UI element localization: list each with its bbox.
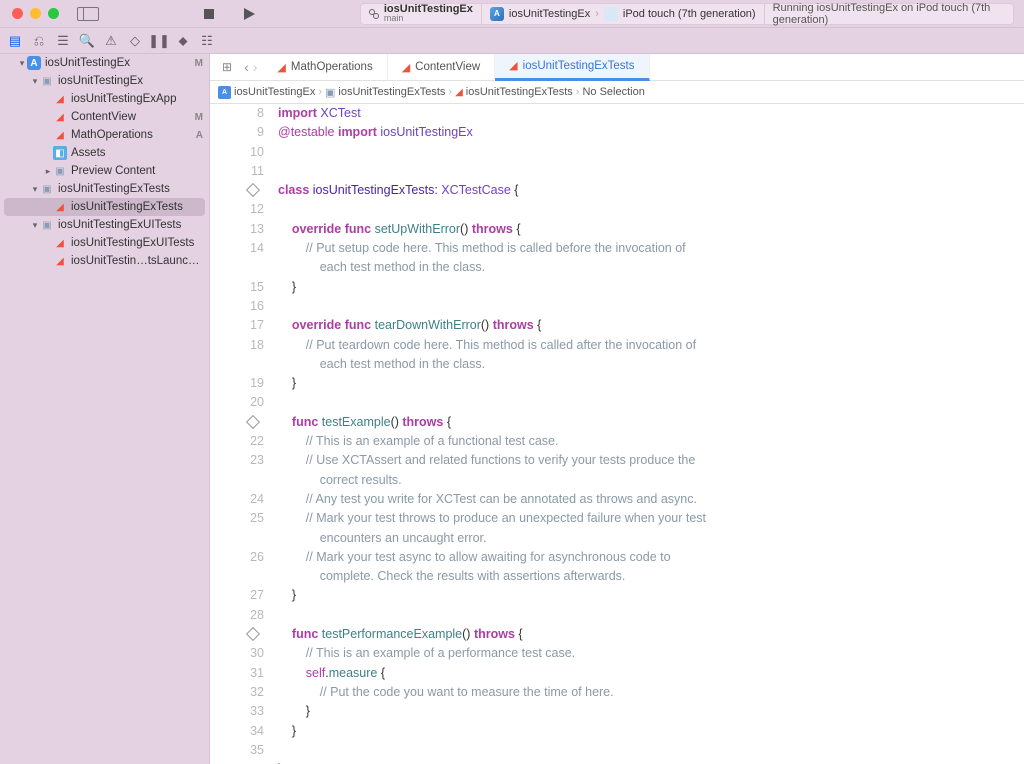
test-navigator-icon[interactable]: ◇ <box>126 32 144 50</box>
main-split: ▾AiosUnitTestingExM▾▣iosUnitTestingEx◢io… <box>0 54 1024 764</box>
nav-item-iosunittestingex[interactable]: ▾▣iosUnitTestingEx <box>0 72 209 90</box>
jump-file[interactable]: iosUnitTestingExTests <box>466 86 573 98</box>
titlebar: iosUnitTestingEx main A iosUnitTestingEx… <box>0 0 1024 28</box>
nav-item-iosunittestingextests[interactable]: ▾▣iosUnitTestingExTests <box>0 180 209 198</box>
project-navigator-icon[interactable]: ▤ <box>6 32 24 50</box>
zoom-window-button[interactable] <box>48 8 59 19</box>
scheme-target[interactable]: A iosUnitTestingEx › iPod touch (7th gen… <box>482 4 765 24</box>
source-control-navigator-icon[interactable]: ⎌ <box>30 32 48 50</box>
report-navigator-icon[interactable]: ☷ <box>198 32 216 50</box>
jump-folder[interactable]: iosUnitTestingExTests <box>338 86 445 98</box>
breakpoint-navigator-icon[interactable]: ⬥ <box>174 32 192 50</box>
history-back-button[interactable]: ‹ <box>244 59 249 75</box>
window-controls <box>0 8 59 19</box>
swift-icon: ◢ <box>277 61 285 74</box>
nav-item-contentview[interactable]: ◢ContentViewM <box>0 108 209 126</box>
related-items-icon[interactable]: ⊞ <box>216 60 238 74</box>
toolbar-center <box>99 8 360 20</box>
nav-item-mathoperations[interactable]: ◢MathOperationsA <box>0 126 209 144</box>
toggle-navigator-button[interactable] <box>77 7 99 21</box>
nav-item-iosunittestingextests[interactable]: ◢iosUnitTestingExTests <box>4 198 205 216</box>
app-icon: A <box>490 7 504 21</box>
tab-iosunittestingextests[interactable]: ◢iosUnitTestingExTests <box>495 54 649 81</box>
navigator-filter-bar: ▤ ⎌ ☰ 🔍 ⚠ ◇ ❚❚ ⬥ ☷ <box>0 28 1024 54</box>
branch-icon <box>369 9 379 19</box>
project-navigator[interactable]: ▾AiosUnitTestingExM▾▣iosUnitTestingEx◢io… <box>0 54 210 764</box>
line-gutter[interactable]: 8910111213141516171819202223242526272830… <box>210 104 272 764</box>
nav-item-iosunittestingex[interactable]: ▾AiosUnitTestingExM <box>0 54 209 72</box>
source-editor[interactable]: 8910111213141516171819202223242526272830… <box>210 104 1024 764</box>
nav-item-iosunittestingexapp[interactable]: ◢iosUnitTestingExApp <box>0 90 209 108</box>
target-name: iosUnitTestingEx <box>509 8 590 20</box>
editor-area: ⊞ ‹ › ◢MathOperations◢ContentView◢iosUni… <box>210 54 1024 764</box>
folder-icon: ▣ <box>325 86 335 99</box>
activity-status: Running iosUnitTestingEx on iPod touch (… <box>765 2 1013 26</box>
nav-item-iosunittestingexuitests[interactable]: ◢iosUnitTestingExUITests <box>0 234 209 252</box>
symbol-navigator-icon[interactable]: ☰ <box>54 32 72 50</box>
scheme-branch[interactable]: iosUnitTestingEx main <box>361 4 482 24</box>
jump-proj-icon: A <box>218 86 231 99</box>
nav-item-iosunittestingexuitests[interactable]: ▾▣iosUnitTestingExUITests <box>0 216 209 234</box>
device-name: iPod touch (7th generation) <box>623 8 756 20</box>
issue-navigator-icon[interactable]: ⚠ <box>102 32 120 50</box>
nav-item-preview-content[interactable]: ▸▣Preview Content <box>0 162 209 180</box>
minimize-window-button[interactable] <box>30 8 41 19</box>
swift-icon: ◢ <box>455 87 463 98</box>
tab-contentview[interactable]: ◢ContentView <box>388 54 495 81</box>
nav-item-iosunittestin-tslaunchtests[interactable]: ◢iosUnitTestin…tsLaunchTests <box>0 252 209 270</box>
run-button[interactable] <box>244 8 255 20</box>
branch-name: main <box>384 14 473 23</box>
editor-tab-bar: ⊞ ‹ › ◢MathOperations◢ContentView◢iosUni… <box>210 54 1024 81</box>
swift-icon: ◢ <box>402 61 410 74</box>
tab-mathoperations[interactable]: ◢MathOperations <box>263 54 387 81</box>
jump-proj[interactable]: iosUnitTestingEx <box>234 86 315 98</box>
jump-selection[interactable]: No Selection <box>582 86 644 98</box>
stop-button[interactable] <box>204 9 214 19</box>
device-icon <box>604 7 618 21</box>
debug-navigator-icon[interactable]: ❚❚ <box>150 32 168 50</box>
close-window-button[interactable] <box>12 8 23 19</box>
find-navigator-icon[interactable]: 🔍 <box>78 32 96 50</box>
history-forward-button[interactable]: › <box>253 59 258 75</box>
code-content[interactable]: import XCTest@testable import iosUnitTes… <box>272 104 1024 764</box>
swift-icon: ◢ <box>509 59 517 72</box>
jump-bar[interactable]: A iosUnitTestingEx › ▣ iosUnitTestingExT… <box>210 81 1024 104</box>
history-nav: ‹ › <box>238 59 263 75</box>
nav-item-assets[interactable]: ◧Assets <box>0 144 209 162</box>
scheme-status-bar: iosUnitTestingEx main A iosUnitTestingEx… <box>360 3 1014 25</box>
